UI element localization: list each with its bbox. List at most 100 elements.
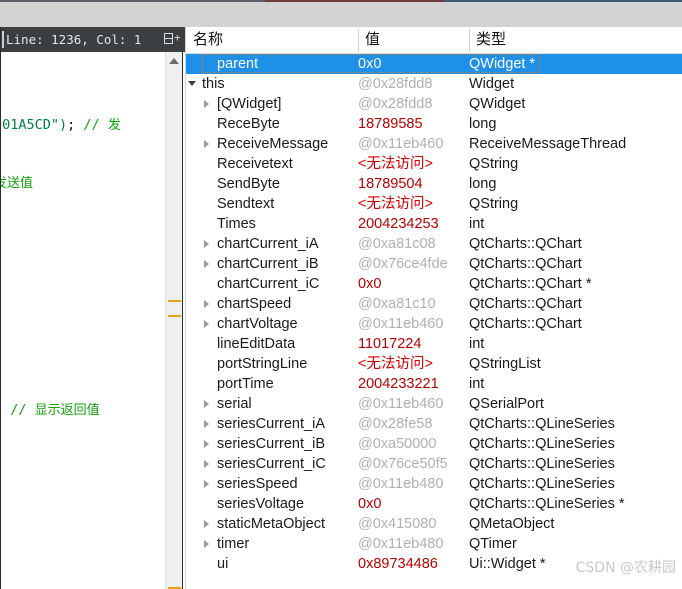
variable-row[interactable]: this @0x28fdd8 Widget [186,74,682,94]
scroll-up-arrow-icon[interactable] [169,58,179,64]
variable-value[interactable]: @0x28fdd8 [358,74,432,94]
variable-row[interactable]: timer @0x11eb480 QTimer [186,534,682,554]
expand-arrow-icon[interactable] [204,459,209,468]
variable-row[interactable]: Receivetext <无法访问> QString [186,154,682,174]
variable-type: QtCharts::QChart [469,256,582,272]
variable-value[interactable]: @0x76ce4fde [358,254,448,274]
variable-value[interactable]: @0x28fe58 [358,414,432,434]
expand-arrow-icon[interactable] [204,539,209,548]
variable-value[interactable]: @0xa81c08 [358,234,436,254]
expand-arrow-icon[interactable] [204,239,209,248]
variable-name: seriesSpeed [217,476,298,492]
variable-name: Times [217,216,256,232]
code-line: ; // 显示返回值 [0,399,100,418]
expand-arrow-icon[interactable] [204,99,209,108]
variable-row[interactable]: seriesSpeed @0x11eb480 QtCharts::QLineSeri… [186,474,682,494]
variable-type: QWidget [469,96,526,112]
variable-value[interactable]: @0xa81c10 [358,294,436,314]
expand-arrow-icon[interactable] [204,439,209,448]
expand-arrow-icon[interactable] [204,139,209,148]
collapse-arrow-icon[interactable] [188,81,196,86]
variable-value[interactable]: @0x11eb460 [358,314,443,334]
variable-name: lineEditData [217,336,296,352]
column-divider[interactable] [358,29,359,52]
variable-row[interactable]: Sendtext <无法访问> QString [186,194,682,214]
variable-value[interactable]: 0x0 [358,54,381,74]
variable-value[interactable]: 0x0 [358,494,381,514]
variable-name: serial [217,396,252,412]
variable-row[interactable]: parent 0x0 QWidget * [186,54,682,74]
panel-split-divider[interactable] [0,27,1,589]
variable-name: Sendtext [217,196,275,212]
variable-row[interactable]: serial @0x11eb460 QSerialPort [186,394,682,414]
variable-value[interactable]: <无法访问> [358,354,433,374]
variable-row[interactable]: seriesCurrent_iA @0x28fe58 QtCharts::QLine… [186,414,682,434]
variable-type: QtCharts::QLineSeries * [469,496,625,512]
app-window: Line: 1236, Col: 1 + 001A5CD"); // 发发送值;… [0,0,682,589]
editor-vertical-scrollbar[interactable] [165,52,182,589]
variable-value[interactable]: 18789504 [358,174,423,194]
expand-arrow-icon[interactable] [204,419,209,428]
code-line: 发送值 [0,172,33,191]
variable-row[interactable]: SendByte 18789504 long [186,174,682,194]
variable-value[interactable]: @0x11eb480 [358,474,443,494]
expand-arrow-icon[interactable] [204,259,209,268]
source-code-text[interactable]: 001A5CD"); // 发发送值; // 显示返回值 [0,52,165,589]
variable-name: seriesCurrent_iA [217,416,325,432]
editor-pane-divider [182,52,185,589]
variable-row[interactable]: Times 2004234253 int [186,214,682,234]
variable-value[interactable]: @0x11eb480 [358,534,443,554]
variables-table-body[interactable]: parent 0x0 QWidget * this @0x28fdd8 Widget [QW… [186,54,682,589]
variable-value[interactable]: <无法访问> [358,154,433,174]
chrome-hairline-blue [445,0,682,2]
variable-row[interactable]: ReceByte 18789585 long [186,114,682,134]
variable-row[interactable]: chartSpeed @0xa81c10 QtCharts::QChart [186,294,682,314]
column-divider[interactable] [469,29,470,52]
variable-row[interactable]: staticMetaObject @0x415080 QMetaObject [186,514,682,534]
variable-value[interactable]: @0x415080 [358,514,436,534]
expand-arrow-icon[interactable] [204,299,209,308]
variable-value[interactable]: 0x89734486 [358,554,438,574]
variable-value[interactable]: 18789585 [358,114,423,134]
variable-value[interactable]: @0x76ce50f5 [358,454,448,474]
expand-arrow-icon[interactable] [204,319,209,328]
column-header-name[interactable]: 名称 [186,27,358,53]
expand-arrow-icon[interactable] [204,479,209,488]
variable-row[interactable]: chartCurrent_iA @0xa81c08 QtCharts::QChart [186,234,682,254]
variable-value[interactable]: @0xa50000 [358,434,436,454]
split-editor-icon[interactable]: + [164,32,181,47]
variables-table-header: 名称值类型 [186,27,682,54]
expand-arrow-icon[interactable] [204,399,209,408]
variable-value[interactable]: 0x0 [358,274,381,294]
code-token: ; [67,117,84,133]
variable-type: QtCharts::QLineSeries [469,416,615,432]
variable-value[interactable]: 2004233221 [358,374,439,394]
variable-row[interactable]: [QWidget] @0x28fdd8 QWidget [186,94,682,114]
variable-value[interactable]: @0x11eb460 [358,394,443,414]
scrollbar-search-marker [168,315,181,317]
variable-row[interactable]: seriesCurrent_iB @0xa50000 QtCharts::QLine… [186,434,682,454]
variable-type: QtCharts::QLineSeries [469,476,615,492]
variable-row[interactable]: chartVoltage @0x11eb460 QtCharts::QChart [186,314,682,334]
variable-value[interactable]: 2004234253 [358,214,439,234]
expand-arrow-icon[interactable] [204,519,209,528]
variable-type: int [469,376,485,392]
column-header-type[interactable]: 类型 [469,27,682,53]
variable-value[interactable]: <无法访问> [358,194,433,214]
variable-row[interactable]: chartCurrent_iC 0x0 QtCharts::QChart * [186,274,682,294]
variable-row[interactable]: portStringLine <无法访问> QStringList [186,354,682,374]
variable-value[interactable]: 11017224 [358,334,421,354]
variable-value[interactable]: @0x28fdd8 [358,94,432,114]
variable-type: int [469,336,485,352]
variable-value[interactable]: @0x11eb460 [358,134,443,154]
column-header-value[interactable]: 值 [358,27,469,53]
cursor-position-label: Line: 1236, Col: 1 [6,32,142,47]
variable-row[interactable]: portTime 2004233221 int [186,374,682,394]
variable-row[interactable]: chartCurrent_iB @0x76ce4fde QtCharts::QCha… [186,254,682,274]
code-token: // [83,117,108,133]
variable-name: staticMetaObject [217,516,325,532]
variable-row[interactable]: lineEditData 11017224 int [186,334,682,354]
variable-row[interactable]: seriesVoltage 0x0 QtCharts::QLineSeries * [186,494,682,514]
variable-row[interactable]: ReceiveMessage @0x11eb460 ReceiveMessageTh… [186,134,682,154]
variable-row[interactable]: seriesCurrent_iC @0x76ce50f5 QtCharts::QLi… [186,454,682,474]
